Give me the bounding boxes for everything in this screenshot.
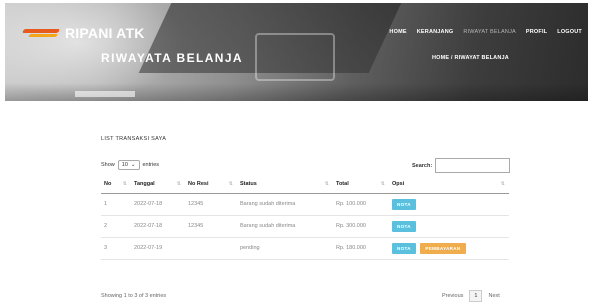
table-info: Showing 1 to 3 of 3 entries	[101, 293, 167, 299]
sort-icon: ⇅	[500, 181, 505, 187]
chevron-down-icon: ⌄	[130, 162, 136, 168]
entries-label: entries	[142, 162, 160, 168]
col-total[interactable]: Total ⇅	[333, 176, 389, 194]
hero-screen-shape	[255, 33, 335, 81]
sort-icon: ⇅	[122, 181, 127, 187]
nota-button[interactable]: NOTA	[392, 198, 416, 210]
nav-profil[interactable]: PROFIL	[526, 29, 547, 35]
show-label: Show	[101, 162, 115, 168]
cell-no: 1	[101, 193, 131, 216]
col-no-resi[interactable]: No Resi ⇅	[185, 176, 237, 194]
cell-tanggal: 2022-07-18	[131, 193, 185, 216]
cell-tanggal: 2022-07-19	[131, 237, 185, 260]
entries-select[interactable]: 10 ⌄	[117, 160, 140, 170]
cell-no: 2	[101, 215, 131, 238]
nav-riwayat-belanja[interactable]: RIWAYAT BELANJA	[463, 29, 516, 35]
table-row: 2 2022-07-18 12345 Barang sudah diterima…	[101, 215, 509, 238]
table-row: 3 2022-07-19 pending Rp. 180.000 NOTA PE…	[101, 237, 509, 260]
cell-tanggal: 2022-07-18	[131, 215, 185, 238]
cell-opsi: NOTA PEMBAYARAN	[389, 237, 509, 260]
nota-button[interactable]: NOTA	[392, 220, 416, 232]
cell-total: Rp. 180.000	[333, 237, 389, 260]
cell-opsi: NOTA	[389, 193, 509, 216]
sort-icon: ⇅	[228, 181, 233, 187]
pembayaran-button[interactable]: PEMBAYARAN	[420, 242, 466, 254]
cell-resi: 12345	[185, 193, 237, 216]
cell-status: Barang sudah diterima	[237, 215, 333, 238]
hero-desk-object	[75, 91, 135, 97]
search-input[interactable]	[435, 158, 511, 173]
logo-icon	[21, 27, 61, 39]
show-entries-control: Show 10 ⌄ entries	[101, 160, 159, 170]
entries-value: 10	[121, 162, 128, 168]
nota-button[interactable]: NOTA	[392, 242, 416, 254]
breadcrumb: HOME / RIWAYAT BELANJA	[432, 55, 509, 61]
nav-home[interactable]: HOME	[389, 29, 406, 35]
search-control: Search:	[412, 158, 511, 173]
nav-logout[interactable]: LOGOUT	[557, 29, 582, 35]
col-tanggal[interactable]: Tanggal ⇅	[131, 176, 185, 194]
cell-no: 3	[101, 237, 131, 260]
cell-resi	[185, 237, 237, 260]
sort-icon: ⇅	[176, 181, 181, 187]
nav-keranjang[interactable]: KERANJANG	[417, 29, 454, 35]
page-1-button[interactable]: 1	[469, 290, 483, 302]
cell-total: Rp. 300.000	[333, 215, 389, 238]
cell-status: pending	[237, 237, 333, 260]
search-label: Search:	[412, 162, 433, 169]
next-button[interactable]: Next	[488, 293, 499, 299]
cell-resi: 12345	[185, 215, 237, 238]
section-title: LIST TRANSAKSI SAYA	[101, 136, 167, 142]
pagination: Previous 1 Next	[442, 290, 500, 302]
brand-name: RIPANI ATK	[65, 25, 145, 41]
brand-logo[interactable]: RIPANI ATK	[21, 25, 145, 41]
page-title: RIWAYATA BELANJA	[101, 51, 243, 65]
hero-banner: RIPANI ATK HOME KERANJANG RIWAYAT BELANJ…	[5, 3, 588, 101]
col-status[interactable]: Status ⇅	[237, 176, 333, 194]
col-opsi[interactable]: Opsi ⇅	[389, 176, 509, 194]
table-header-row: No ⇅ Tanggal ⇅ No Resi ⇅ Status ⇅ Total ⇅ Ops…	[101, 176, 509, 194]
sort-icon: ⇅	[380, 181, 385, 187]
main-nav: HOME KERANJANG RIWAYAT BELANJA PROFIL LO…	[389, 29, 582, 35]
col-no[interactable]: No ⇅	[101, 176, 131, 194]
transaction-table: No ⇅ Tanggal ⇅ No Resi ⇅ Status ⇅ Total ⇅ Ops…	[101, 176, 509, 260]
cell-status: Barang sudah diterima	[237, 193, 333, 216]
cell-total: Rp. 100.000	[333, 193, 389, 216]
sort-icon: ⇅	[324, 181, 329, 187]
table-row: 1 2022-07-18 12345 Barang sudah diterima…	[101, 193, 509, 216]
cell-opsi: NOTA	[389, 215, 509, 238]
previous-button[interactable]: Previous	[442, 293, 463, 299]
